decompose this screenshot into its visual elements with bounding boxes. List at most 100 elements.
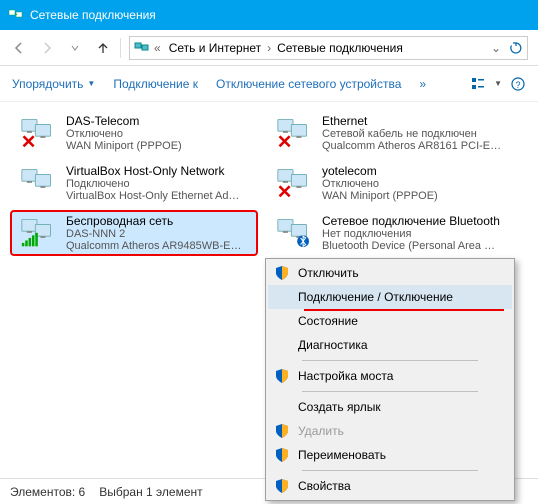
connection-text: EthernetСетевой кабель не подключенQualc…	[322, 114, 508, 152]
connection-status: Нет подключения	[322, 228, 508, 240]
connection-item[interactable]: VirtualBox Host-Only NetworkПодключеноVi…	[10, 160, 258, 206]
breadcrumb-current[interactable]: Сетевые подключения	[273, 39, 407, 57]
connection-name: VirtualBox Host-Only Network	[66, 164, 252, 178]
highlight-underline	[304, 309, 504, 311]
shield-icon	[274, 447, 290, 463]
context-menu-item[interactable]: Состояние	[268, 309, 512, 333]
context-menu-label: Настройка моста	[298, 369, 504, 383]
connection-status: Отключено	[322, 178, 508, 190]
context-menu-label: Удалить	[298, 424, 504, 438]
disable-device-button[interactable]: Отключение сетевого устройства	[216, 77, 401, 91]
network-adapter-icon	[273, 116, 313, 148]
connection-status: DAS-NNN 2	[66, 228, 252, 240]
connection-device: WAN Miniport (PPPOE)	[66, 140, 252, 152]
status-selected-count: Выбран 1 элемент	[99, 485, 202, 499]
connection-name: Сетевое подключение Bluetooth	[322, 214, 508, 228]
network-adapter-icon	[17, 216, 57, 248]
chevron-down-icon	[70, 43, 80, 53]
context-menu-label: Создать ярлык	[298, 400, 504, 414]
arrow-left-icon	[10, 39, 28, 57]
up-button[interactable]	[90, 35, 116, 61]
toolbar: Упорядочить ▼ Подключение к Отключение с…	[0, 66, 538, 102]
context-menu-item: Удалить	[268, 419, 512, 443]
more-label: »	[419, 77, 426, 91]
context-menu-label: Диагностика	[298, 338, 504, 352]
network-adapter-icon	[17, 116, 57, 148]
context-menu-item[interactable]: Создать ярлык	[268, 395, 512, 419]
context-menu-item[interactable]: Свойства	[268, 474, 512, 498]
more-button[interactable]: »	[419, 77, 426, 91]
folder-icon	[134, 40, 150, 56]
network-adapter-icon	[273, 166, 313, 198]
connection-status: Подключено	[66, 178, 252, 190]
connection-status: Отключено	[66, 128, 252, 140]
shield-icon	[274, 478, 290, 494]
menu-separator	[302, 360, 478, 361]
context-menu-label: Подключение / Отключение	[298, 290, 504, 304]
connection-item[interactable]: yotelecomОтключеноWAN Miniport (PPPOE)	[266, 160, 514, 206]
back-button[interactable]	[6, 35, 32, 61]
menu-separator	[302, 470, 478, 471]
context-menu-item[interactable]: Отключить	[268, 261, 512, 285]
breadcrumb-sep: «	[154, 41, 161, 55]
connection-text: VirtualBox Host-Only NetworkПодключеноVi…	[66, 164, 252, 202]
context-menu-item[interactable]: Настройка моста	[268, 364, 512, 388]
address-bar[interactable]: « Сеть и Интернет › Сетевые подключения …	[129, 36, 528, 60]
connection-device: Bluetooth Device (Personal Area …	[322, 240, 508, 252]
connection-text: Сетевое подключение BluetoothНет подключ…	[322, 214, 508, 252]
chevron-down-icon[interactable]: ▼	[494, 79, 502, 88]
chevron-down-icon: ▼	[87, 79, 95, 88]
network-adapter-icon	[17, 166, 57, 198]
arrow-right-icon	[38, 39, 56, 57]
context-menu-label: Отключить	[298, 266, 504, 280]
connection-item[interactable]: EthernetСетевой кабель не подключенQualc…	[266, 110, 514, 156]
connection-text: yotelecomОтключеноWAN Miniport (PPPOE)	[322, 164, 508, 202]
connection-name: DAS-Telecom	[66, 114, 252, 128]
nav-bar: « Сеть и Интернет › Сетевые подключения …	[0, 30, 538, 66]
window-title: Сетевые подключения	[30, 8, 156, 22]
svg-text:?: ?	[515, 80, 520, 90]
context-menu: Отключить Подключение / Отключение Состоян…	[265, 258, 515, 501]
chevron-down-icon[interactable]: ⌄	[487, 41, 505, 55]
breadcrumb: Сеть и Интернет › Сетевые подключения	[165, 39, 407, 57]
connection-device: Qualcomm Atheros AR9485WB-E…	[66, 240, 252, 252]
breadcrumb-parent[interactable]: Сеть и Интернет	[165, 39, 265, 57]
context-menu-label: Переименовать	[298, 448, 504, 462]
shield-icon	[274, 265, 290, 281]
connection-device: WAN Miniport (PPPOE)	[322, 190, 508, 202]
window-icon	[8, 7, 24, 23]
context-menu-item[interactable]: Диагностика	[268, 333, 512, 357]
shield-icon	[274, 423, 290, 439]
history-dropdown[interactable]	[62, 35, 88, 61]
shield-icon	[274, 368, 290, 384]
context-menu-label: Свойства	[298, 479, 504, 493]
disable-label: Отключение сетевого устройства	[216, 77, 401, 91]
organize-menu[interactable]: Упорядочить ▼	[12, 77, 95, 91]
status-elements-count: Элементов: 6	[10, 485, 85, 499]
context-menu-item[interactable]: Подключение / Отключение	[268, 285, 512, 309]
help-icon[interactable]: ?	[510, 76, 526, 92]
arrow-up-icon	[94, 39, 112, 57]
connection-device: VirtualBox Host-Only Ethernet Ad…	[66, 190, 252, 202]
connection-text: Беспроводная сетьDAS-NNN 2Qualcomm Ather…	[66, 214, 252, 252]
view-options-icon[interactable]	[470, 76, 486, 92]
organize-label: Упорядочить	[12, 77, 83, 91]
connection-name: Ethernet	[322, 114, 508, 128]
connection-device: Qualcomm Atheros AR8161 PCI-E…	[322, 140, 508, 152]
connect-to-button[interactable]: Подключение к	[113, 77, 198, 91]
context-menu-label: Состояние	[298, 314, 504, 328]
connect-label: Подключение к	[113, 77, 198, 91]
network-adapter-icon	[273, 216, 313, 248]
connection-item[interactable]: Сетевое подключение BluetoothНет подключ…	[266, 210, 514, 256]
separator	[120, 38, 121, 58]
menu-separator	[302, 391, 478, 392]
connection-name: Беспроводная сеть	[66, 214, 252, 228]
refresh-icon[interactable]	[509, 41, 523, 55]
connection-status: Сетевой кабель не подключен	[322, 128, 508, 140]
connection-item[interactable]: Беспроводная сетьDAS-NNN 2Qualcomm Ather…	[10, 210, 258, 256]
connections-list: DAS-TelecomОтключеноWAN Miniport (PPPOE)…	[0, 102, 538, 264]
connection-item[interactable]: DAS-TelecomОтключеноWAN Miniport (PPPOE)	[10, 110, 258, 156]
connection-name: yotelecom	[322, 164, 508, 178]
context-menu-item[interactable]: Переименовать	[268, 443, 512, 467]
forward-button[interactable]	[34, 35, 60, 61]
